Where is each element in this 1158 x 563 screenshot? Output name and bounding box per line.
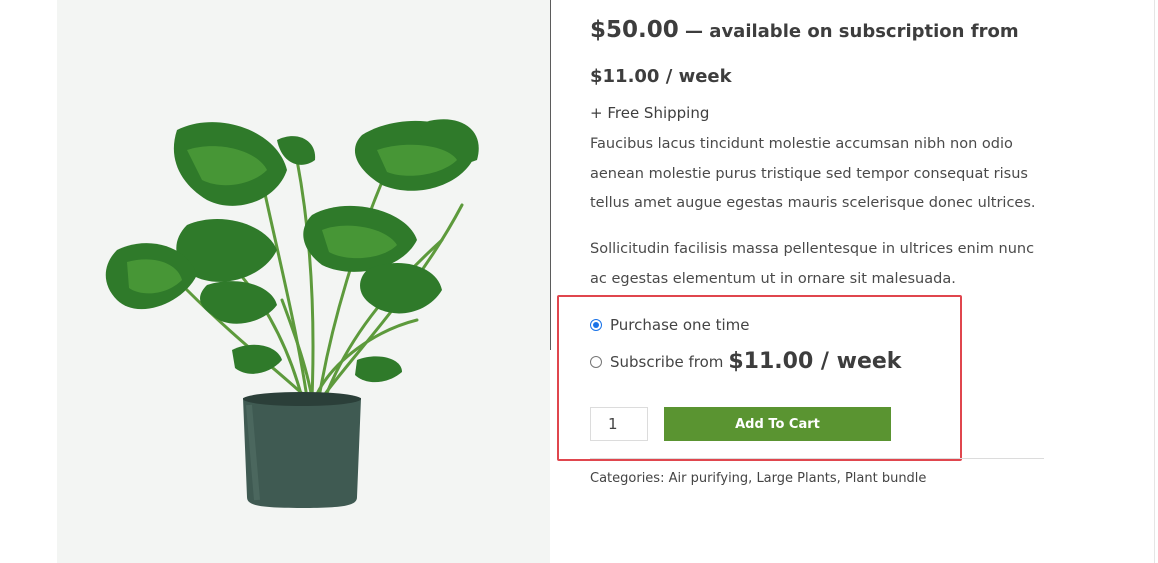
page-edge: [1154, 0, 1155, 563]
product-categories: Categories: Air purifying, Large Plants,…: [590, 471, 927, 486]
category-link-large-plants[interactable]: Large Plants: [756, 471, 836, 486]
subscribe-price: $11.00 / week: [728, 349, 902, 374]
categories-label: Categories:: [590, 471, 665, 486]
quantity-input[interactable]: [590, 407, 648, 441]
price-line: $50.00 — available on subscription from …: [590, 8, 1050, 99]
category-link-plant-bundle[interactable]: Plant bundle: [845, 471, 926, 486]
product-description-1: Faucibus lacus tincidunt molestie accums…: [590, 136, 1036, 211]
subscribe-label[interactable]: Subscribe from: [610, 353, 723, 371]
product-price: $50.00: [590, 17, 679, 43]
shipping-note: + Free Shipping: [590, 104, 710, 122]
product-image-panel[interactable]: [57, 0, 550, 563]
one-time-label[interactable]: Purchase one time: [610, 316, 749, 334]
one-time-radio[interactable]: [590, 319, 602, 331]
monstera-plant-image: [105, 119, 479, 508]
subscribe-option[interactable]: Subscribe from $11.00 / week: [590, 349, 901, 374]
column-divider: [550, 0, 551, 350]
meta-divider: [590, 458, 1044, 459]
category-link-air-purifying[interactable]: Air purifying: [669, 471, 749, 486]
product-description-2: Sollicitudin facilisis massa pellentesqu…: [590, 241, 1035, 287]
purchase-one-time-option[interactable]: Purchase one time: [590, 316, 749, 334]
subscribe-radio[interactable]: [590, 355, 602, 368]
add-to-cart-button[interactable]: Add To Cart: [664, 407, 891, 441]
